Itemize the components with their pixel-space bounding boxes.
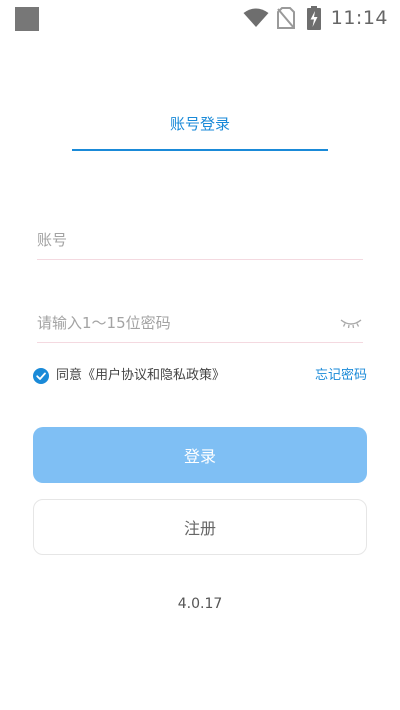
login-button[interactable]: 登录 (33, 427, 367, 483)
account-input[interactable] (37, 223, 363, 257)
version-label: 4.0.17 (177, 596, 223, 612)
wifi-icon (243, 8, 269, 27)
eye-closed-icon[interactable] (339, 316, 363, 332)
battery-charging-icon (306, 6, 321, 30)
agreement-checkbox[interactable] (33, 368, 49, 384)
status-bar: 11:14 (0, 0, 400, 36)
forgot-password-link[interactable]: 忘记密码 (315, 366, 367, 386)
register-button[interactable]: 注册 (33, 499, 367, 555)
agreement-row: 同意《用户协议和隐私政策》 忘记密码 (33, 366, 367, 386)
account-field (37, 223, 363, 260)
no-sim-icon (276, 7, 295, 29)
notification-square-icon (15, 7, 39, 31)
clock: 11:14 (330, 7, 388, 29)
checkmark-icon (36, 372, 46, 380)
tab-underline (72, 149, 328, 151)
password-input[interactable] (37, 306, 327, 340)
tab-label: 账号登录 (169, 115, 230, 133)
status-icons: 11:14 (243, 6, 388, 30)
password-field (37, 306, 363, 343)
tab-account-login[interactable]: 账号登录 (72, 112, 328, 151)
agreement-text[interactable]: 同意《用户协议和隐私政策》 (56, 366, 225, 386)
login-screen: 11:14 账号登录 同意《用户协议和隐私政策》 忘记密码 登录 注册 4.0.… (0, 0, 400, 710)
